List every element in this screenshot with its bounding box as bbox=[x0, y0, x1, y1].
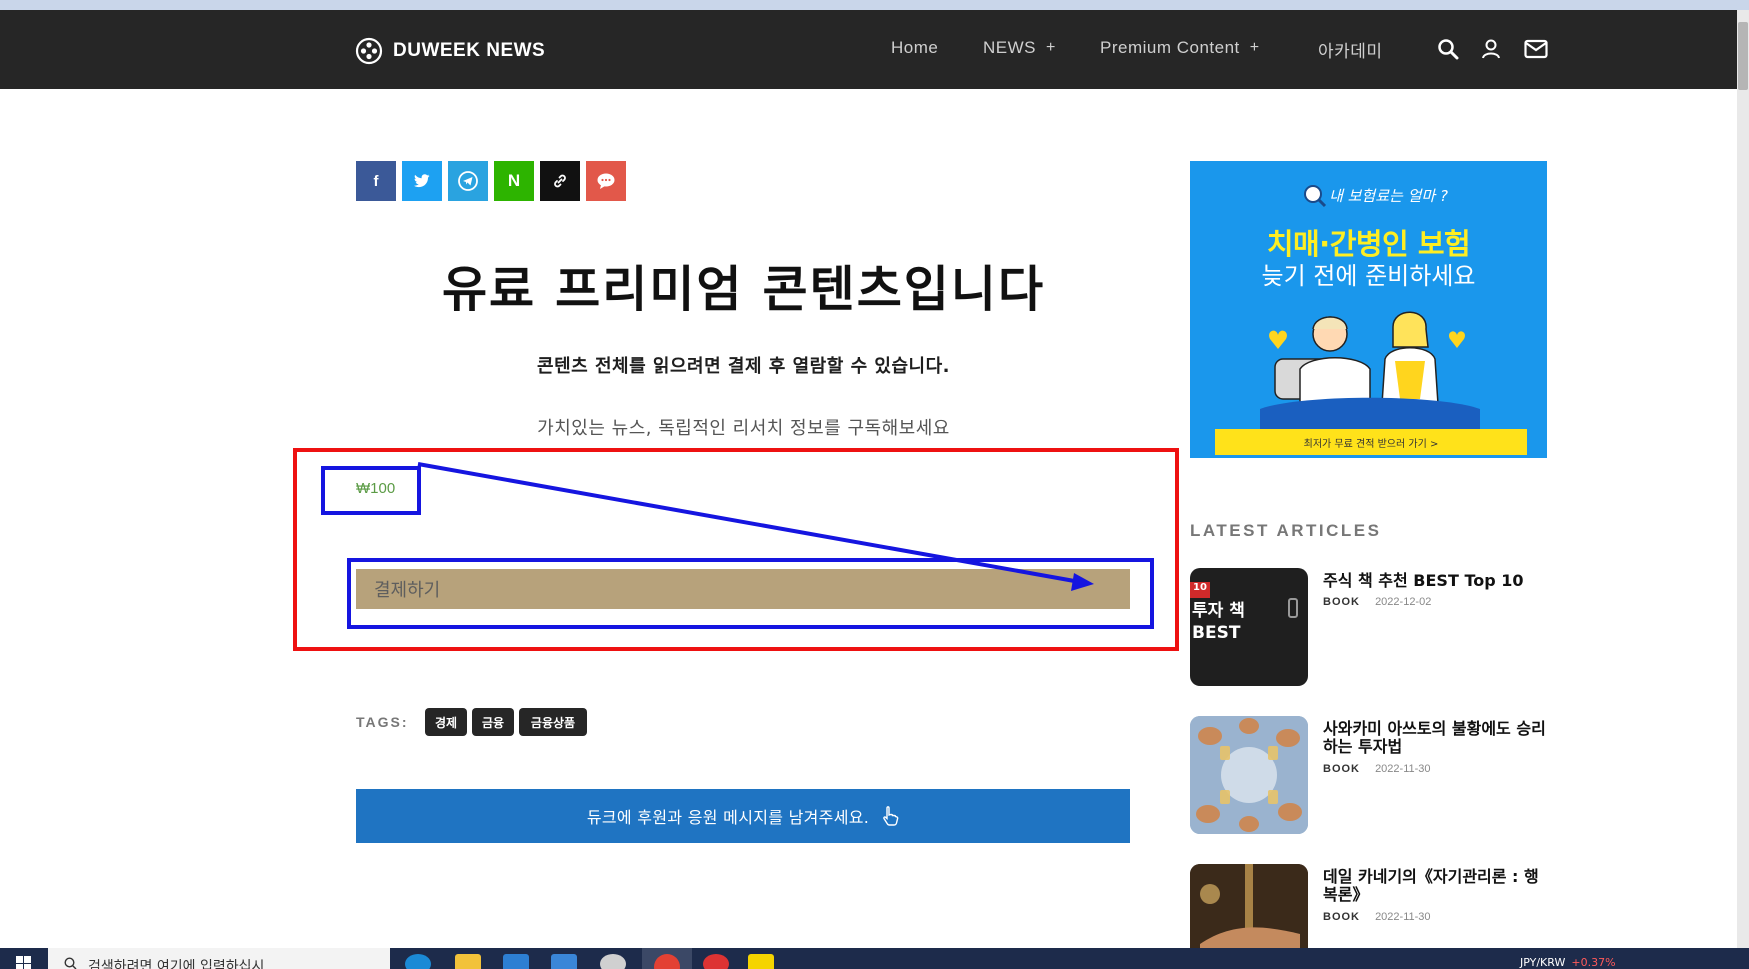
support-message-button[interactable]: 듀크에 후원과 응원 메시지를 남겨주세요. bbox=[356, 789, 1130, 843]
site-logo[interactable]: DUWEEK NEWS bbox=[355, 37, 545, 65]
expand-plus-icon: + bbox=[1249, 39, 1260, 56]
share-twitter-button[interactable] bbox=[402, 161, 442, 201]
latest-articles-heading: LATEST ARTICLES bbox=[1190, 521, 1382, 540]
article-thumbnail[interactable] bbox=[1190, 716, 1308, 834]
mail-app-icon[interactable] bbox=[503, 954, 529, 969]
tags-label: TAGS: bbox=[356, 714, 409, 730]
article-meta: BOOK 2022-11-30 bbox=[1323, 911, 1431, 923]
article-item[interactable]: 데일 카네기의《자기관리론 : 행복론》 BOOK 2022-11-30 bbox=[1190, 864, 1550, 948]
nav-news[interactable]: NEWS + bbox=[983, 38, 1056, 58]
article-category[interactable]: BOOK bbox=[1323, 596, 1360, 608]
toast-hands-image bbox=[1190, 716, 1308, 834]
article-item[interactable]: 10 투자 책 BEST 주식 책 추천 BEST Top 10 BOOK 20… bbox=[1190, 568, 1550, 688]
paywall-title: 유료 프리미엄 콘텐츠입니다 bbox=[441, 261, 1046, 318]
page-scrollbar[interactable] bbox=[1737, 10, 1749, 948]
mail-icon[interactable] bbox=[1524, 39, 1548, 59]
taskbar-search-placeholder: 검색하려면 여기에 입력하십시 bbox=[88, 959, 265, 969]
article-date: 2022-12-02 bbox=[1375, 596, 1432, 608]
tag-label: 경제 bbox=[434, 715, 458, 730]
ad-cta-bar[interactable]: 최저가 무료 견적 받으러 가기 > bbox=[1215, 429, 1527, 455]
store-app-icon[interactable] bbox=[551, 954, 577, 969]
nav-premium-label: Premium Content bbox=[1100, 38, 1240, 57]
kakaotalk-icon[interactable] bbox=[748, 954, 774, 969]
ad-subheadline: 늦기 전에 준비하세요 bbox=[1261, 262, 1476, 290]
expand-plus-icon: + bbox=[1046, 39, 1056, 56]
nav-academy[interactable]: 아카데미 bbox=[1318, 37, 1383, 62]
share-facebook-button[interactable]: f bbox=[356, 161, 396, 201]
article-date: 2022-11-30 bbox=[1375, 911, 1431, 923]
tag-finance[interactable]: 금융 bbox=[472, 708, 514, 736]
annotation-blue-box-price bbox=[321, 466, 421, 515]
file-explorer-icon[interactable] bbox=[455, 954, 481, 969]
twitter-icon bbox=[414, 174, 430, 188]
share-telegram-button[interactable] bbox=[448, 161, 488, 201]
windows-start-icon[interactable] bbox=[16, 956, 32, 969]
ad-tagline: 내 보험료는 얼마 ? bbox=[1329, 187, 1448, 205]
user-icon[interactable] bbox=[1480, 38, 1502, 60]
taskbar-search-input[interactable]: 검색하려면 여기에 입력하십시 bbox=[48, 948, 390, 969]
article-date: 2022-11-30 bbox=[1375, 763, 1431, 775]
chrome-active-tab[interactable] bbox=[642, 948, 692, 969]
logo-text: DUWEEK NEWS bbox=[393, 40, 546, 61]
windows-taskbar: 검색하려면 여기에 입력하십시 JPY/KRW +0.37% bbox=[0, 948, 1749, 969]
tray-ticker-label: JPY/KRW bbox=[1520, 956, 1566, 969]
nav-news-label: NEWS bbox=[983, 38, 1036, 57]
article-category[interactable]: BOOK bbox=[1323, 911, 1360, 923]
support-button-label: 듀크에 후원과 응원 메시지를 남겨주세요. bbox=[586, 808, 870, 827]
tag-financial-products[interactable]: 금융상품 bbox=[519, 708, 587, 736]
article-title[interactable]: 데일 카네기의《자기관리론 : 행복론》 bbox=[1323, 868, 1548, 904]
article-thumbnail[interactable]: 10 투자 책 BEST bbox=[1190, 568, 1308, 686]
article-meta: BOOK 2022-11-30 bbox=[1323, 763, 1431, 775]
insurance-ad-banner[interactable]: 내 보험료는 얼마 ? 치매·간병인 보험 늦기 전에 준비하세요 최저가 무료… bbox=[1190, 161, 1547, 458]
article-title[interactable]: 사와카미 아쓰토의 불황에도 승리하는 투자법 bbox=[1323, 720, 1548, 756]
scrollbar-thumb[interactable] bbox=[1738, 22, 1748, 90]
nav-academy-label: 아카데미 bbox=[1318, 42, 1383, 61]
article-category[interactable]: BOOK bbox=[1323, 763, 1360, 775]
facebook-icon: f bbox=[373, 172, 379, 190]
site-header: DUWEEK NEWS Home NEWS + Premium Content … bbox=[0, 10, 1749, 89]
copy-link-button[interactable] bbox=[540, 161, 580, 201]
search-icon[interactable] bbox=[1437, 38, 1459, 60]
tag-economy[interactable]: 경제 bbox=[425, 708, 467, 736]
app-icon[interactable] bbox=[703, 954, 729, 969]
telegram-icon bbox=[458, 171, 478, 191]
link-icon bbox=[554, 174, 566, 188]
annotation-blue-box-button bbox=[347, 558, 1154, 629]
browser-top-strip bbox=[0, 0, 1749, 10]
article-item[interactable]: 사와카미 아쓰토의 불황에도 승리하는 투자법 BOOK 2022-11-30 bbox=[1190, 716, 1550, 836]
handshake-image bbox=[1190, 864, 1308, 948]
chat-bubble-icon bbox=[597, 173, 615, 189]
tray-ticker-change: +0.37% bbox=[1571, 956, 1616, 969]
article-thumbnail[interactable] bbox=[1190, 864, 1308, 948]
pointing-hand-icon bbox=[883, 806, 899, 826]
paywall-description: 가치있는 뉴스, 독립적인 리서치 정보를 구독해보세요 bbox=[537, 418, 950, 439]
tray-ticker[interactable]: JPY/KRW +0.37% bbox=[1520, 956, 1616, 969]
paywall-subtitle: 콘텐츠 전체를 읽으려면 결제 후 열람할 수 있습니다. bbox=[537, 356, 950, 377]
thumbnail-caption: 투자 책 BEST bbox=[1192, 601, 1245, 643]
edge-app-icon[interactable] bbox=[405, 954, 431, 969]
article-meta: BOOK 2022-12-02 bbox=[1323, 596, 1431, 608]
naver-icon: N bbox=[507, 171, 521, 190]
ad-illustration bbox=[1260, 311, 1480, 429]
article-title[interactable]: 주식 책 추천 BEST Top 10 bbox=[1323, 572, 1548, 590]
share-naver-button[interactable]: N bbox=[494, 161, 534, 201]
nav-home[interactable]: Home bbox=[891, 38, 938, 58]
share-comment-button[interactable] bbox=[586, 161, 626, 201]
tag-label: 금융 bbox=[481, 715, 505, 730]
settings-gear-icon[interactable] bbox=[600, 954, 626, 969]
tag-label: 금융상품 bbox=[530, 715, 576, 730]
nav-premium-content[interactable]: Premium Content + bbox=[1100, 38, 1260, 58]
film-reel-icon bbox=[355, 37, 383, 65]
nav-home-label: Home bbox=[891, 38, 939, 57]
search-icon bbox=[64, 957, 77, 969]
